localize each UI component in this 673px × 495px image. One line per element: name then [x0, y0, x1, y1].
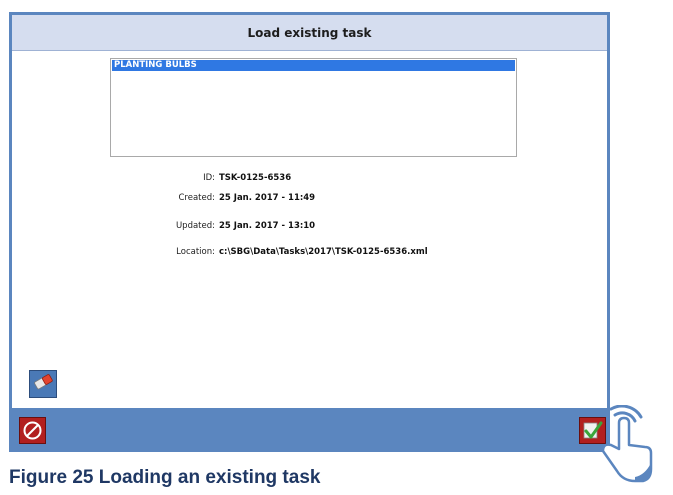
tap-hand-icon — [583, 404, 655, 495]
task-list[interactable]: PLANTING BULBS — [110, 58, 517, 157]
eraser-icon — [33, 374, 53, 394]
id-value: TSK-0125-6536 — [219, 173, 292, 183]
updated-label: Updated: — [175, 221, 215, 231]
erase-button[interactable] — [29, 370, 57, 398]
location-value: c:\SBG\Data\Tasks\2017\TSK-0125-6536.xml — [219, 247, 428, 257]
dialog-content: PLANTING BULBS ID: TSK-0125-6536 Created… — [12, 51, 607, 408]
cancel-icon — [20, 421, 45, 447]
id-label: ID: — [203, 173, 215, 183]
dialog-button-bar — [9, 409, 610, 452]
cancel-button[interactable] — [19, 417, 46, 444]
created-label: Created: — [178, 193, 215, 203]
figure-caption: Figure 25 Loading an existing task — [9, 467, 321, 488]
updated-value: 25 Jan. 2017 - 13:10 — [219, 221, 316, 231]
load-task-dialog: Load existing task PLANTING BULBS ID: TS… — [9, 12, 610, 452]
dialog-title: Load existing task — [12, 15, 607, 51]
task-list-item-selected[interactable]: PLANTING BULBS — [112, 60, 515, 71]
created-value: 25 Jan. 2017 - 11:49 — [219, 193, 316, 203]
location-label: Location: — [176, 247, 215, 257]
